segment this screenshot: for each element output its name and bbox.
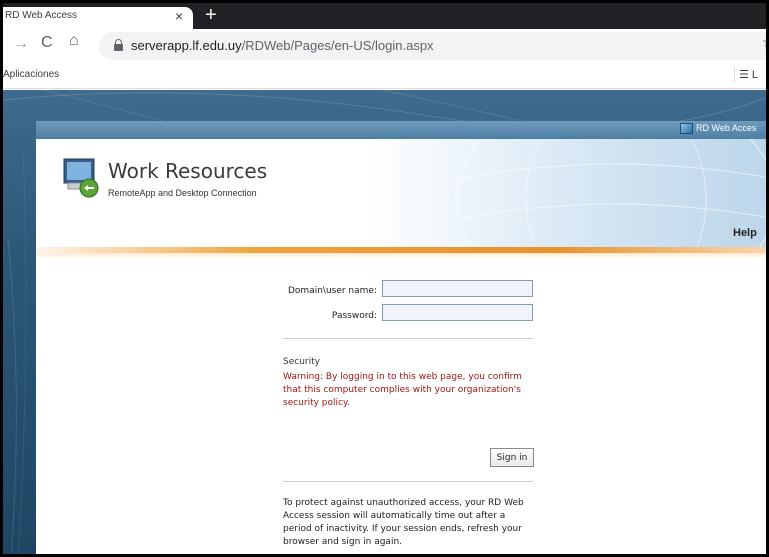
- security-heading: Security: [283, 357, 320, 367]
- remote-desktop-logo-icon: [63, 158, 99, 198]
- rd-web-access-label: RD Web Acces: [696, 123, 757, 133]
- browser-toolbar: → C ⌂ serverapp.lf.edu.uy/RDWeb/Pages/en…: [3, 29, 766, 63]
- bookmark-apps[interactable]: Aplicaciones: [3, 69, 59, 80]
- panel-top-bar: RD Web Acces: [36, 121, 766, 139]
- bookmark-star-icon[interactable]: ☆: [762, 34, 766, 51]
- tab-title: RD Web Access: [5, 10, 78, 21]
- globe-graphic: [455, 139, 766, 247]
- home-icon[interactable]: ⌂: [69, 32, 79, 50]
- password-input[interactable]: [382, 304, 533, 321]
- reload-icon[interactable]: C: [41, 34, 53, 52]
- form-divider: [283, 338, 533, 339]
- forward-icon[interactable]: →: [13, 35, 29, 53]
- close-icon[interactable]: ×: [175, 8, 183, 24]
- header-divider: [36, 247, 766, 259]
- help-link[interactable]: Help: [733, 227, 757, 239]
- url-path: /RDWeb/Pages/en-US/login.aspx: [241, 38, 434, 53]
- reading-list-icon[interactable]: ☰ L: [739, 68, 758, 81]
- lock-icon[interactable]: [114, 39, 123, 51]
- security-warning: Warning: By logging in to this web page,…: [283, 372, 522, 408]
- page-background: RD Web Acces Work Resources RemoteApp an…: [3, 90, 766, 554]
- session-timeout-notice: To protect against unauthorized access, …: [283, 498, 524, 547]
- bookmarks-bar: Aplicaciones ☰ L: [3, 63, 766, 89]
- url-host: serverapp.lf.edu.uy: [131, 38, 242, 53]
- rd-web-access-icon: [680, 123, 693, 134]
- username-label: Domain\user name:: [287, 286, 377, 296]
- tab-strip: RD Web Access × +: [3, 3, 766, 29]
- page-title: Work Resources: [108, 159, 268, 183]
- page-subtitle: RemoteApp and Desktop Connection: [108, 188, 257, 198]
- browser-window: RD Web Access × + → C ⌂ serverapp.lf.edu…: [0, 0, 769, 557]
- new-tab-icon[interactable]: +: [205, 5, 217, 25]
- sign-in-button[interactable]: Sign in: [490, 448, 534, 467]
- address-bar[interactable]: serverapp.lf.edu.uy/RDWeb/Pages/en-US/lo…: [99, 32, 766, 60]
- login-form: Domain\user name: Password: Security War…: [36, 261, 766, 554]
- bookmarks-divider: [734, 67, 735, 83]
- password-label: Password:: [331, 311, 377, 321]
- rd-web-access-panel: RD Web Acces Work Resources RemoteApp an…: [36, 121, 766, 554]
- form-divider: [283, 481, 533, 482]
- url-text[interactable]: serverapp.lf.edu.uy/RDWeb/Pages/en-US/lo…: [131, 38, 434, 53]
- tab-rd-web-access[interactable]: RD Web Access ×: [3, 7, 193, 29]
- rd-web-access-link[interactable]: RD Web Acces: [680, 123, 757, 134]
- panel-header: Work Resources RemoteApp and Desktop Con…: [36, 139, 766, 247]
- username-input[interactable]: [382, 280, 533, 297]
